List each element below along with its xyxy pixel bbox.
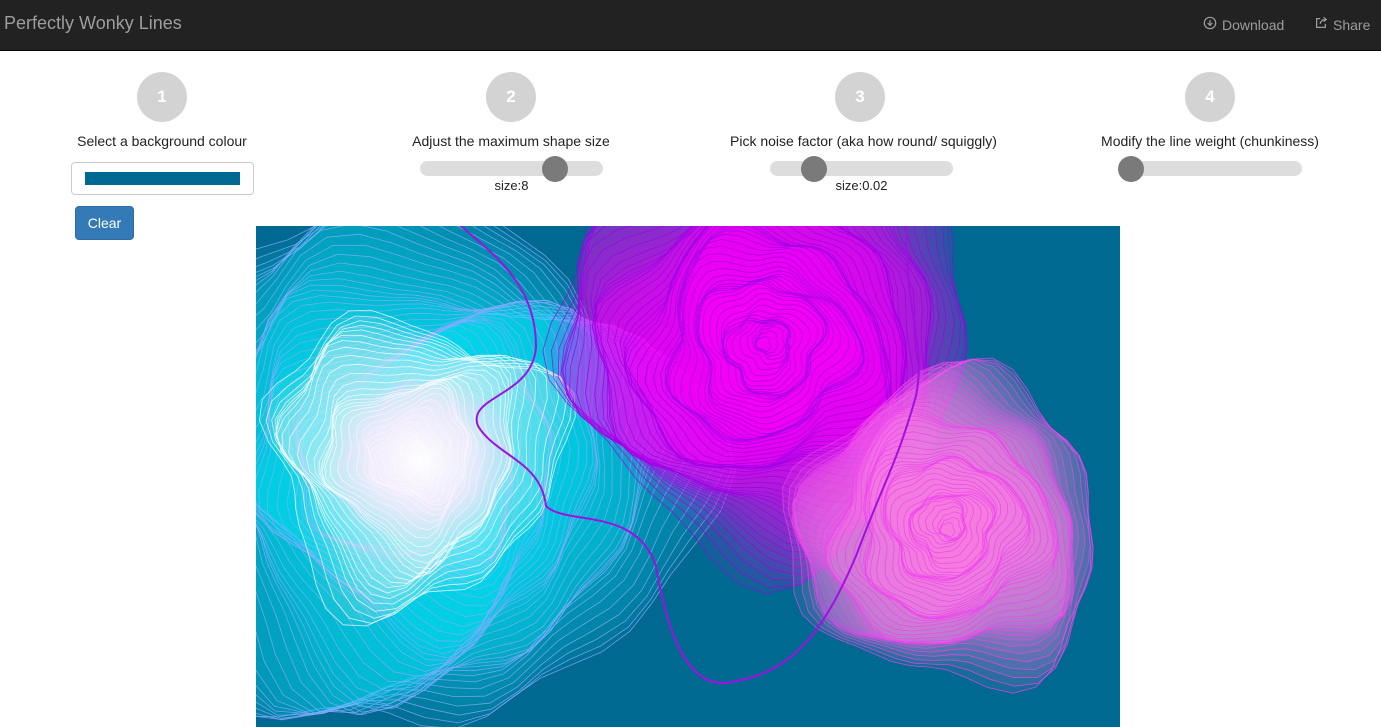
step-3: 3 Pick noise factor (aka how round/ squi… bbox=[730, 72, 997, 149]
share-icon bbox=[1314, 16, 1328, 33]
step-number-circle: 3 bbox=[835, 72, 885, 122]
step-2: 2 Adjust the maximum shape size bbox=[381, 72, 641, 149]
line-weight-slider[interactable] bbox=[1118, 156, 1302, 182]
step-label: Select a background colour bbox=[77, 133, 247, 149]
step-label: Adjust the maximum shape size bbox=[412, 133, 610, 149]
step-1: 1 Select a background colour bbox=[32, 72, 292, 149]
download-link[interactable]: Download bbox=[1203, 16, 1284, 33]
color-swatch bbox=[85, 172, 240, 185]
step-4: 4 Modify the line weight (chunkiness) bbox=[1080, 72, 1340, 149]
background-color-picker[interactable] bbox=[71, 162, 254, 195]
clear-button[interactable]: Clear bbox=[75, 206, 134, 240]
step-number-circle: 2 bbox=[486, 72, 536, 122]
shape-size-readout: size:8 bbox=[494, 178, 529, 193]
noise-factor-readout: size:0.02 bbox=[835, 178, 888, 193]
slider-handle[interactable] bbox=[1118, 156, 1144, 182]
step-number-circle: 4 bbox=[1185, 72, 1235, 122]
navbar: Perfectly Wonky Lines Download Share bbox=[0, 0, 1381, 51]
download-icon bbox=[1203, 16, 1217, 33]
download-label: Download bbox=[1222, 16, 1285, 33]
brand-title[interactable]: Perfectly Wonky Lines bbox=[4, 13, 182, 34]
step-label: Modify the line weight (chunkiness) bbox=[1101, 133, 1319, 149]
drawing-canvas[interactable] bbox=[256, 226, 1120, 727]
white-glow bbox=[326, 376, 516, 546]
shape-size-slider[interactable] bbox=[420, 156, 603, 182]
step-label: Pick noise factor (aka how round/ squigg… bbox=[730, 133, 997, 149]
noise-factor-slider[interactable] bbox=[770, 156, 953, 182]
share-label: Share bbox=[1333, 16, 1371, 33]
step-number-circle: 1 bbox=[137, 72, 187, 122]
share-link[interactable]: Share bbox=[1314, 16, 1370, 33]
generative-art bbox=[256, 226, 1120, 727]
